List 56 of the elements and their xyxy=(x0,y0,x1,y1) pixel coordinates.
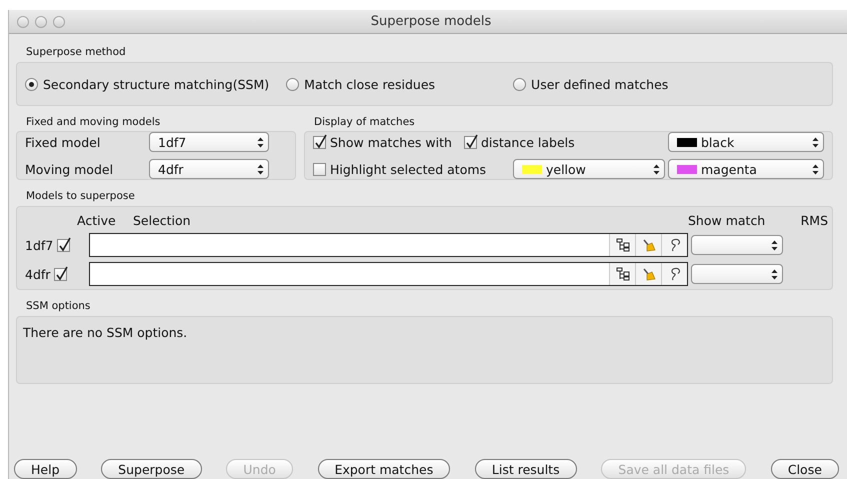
stepper-arrows-icon xyxy=(812,136,819,148)
stepper-arrows-icon xyxy=(771,268,778,280)
group-heading: Models to superpose xyxy=(25,190,136,204)
tree-view-button[interactable] xyxy=(609,234,635,256)
push-button[interactable]: Superpose xyxy=(101,459,202,479)
tree-view-button[interactable] xyxy=(609,263,635,285)
field-label: Fixed model xyxy=(25,134,102,150)
stepper-arrows-icon xyxy=(771,240,778,250)
tree-icon xyxy=(616,238,630,252)
options-message: There are no SSM options. xyxy=(22,324,188,342)
push-button[interactable]: Help xyxy=(14,459,76,479)
column-header: Selection xyxy=(133,213,192,228)
column-header: Active xyxy=(77,213,117,228)
brush-icon xyxy=(642,238,656,252)
checkmark-icon xyxy=(464,134,479,150)
dropdown[interactable]: 4dfr xyxy=(149,159,269,179)
radio-button[interactable]: Match close residues xyxy=(286,76,436,92)
column-header: RMS xyxy=(800,213,828,228)
model-name: 4dfr xyxy=(25,266,50,282)
group-heading: Fixed and moving models xyxy=(25,116,162,130)
selection-field[interactable] xyxy=(89,233,688,257)
stepper-arrows-icon xyxy=(653,164,660,174)
dropdown[interactable]: black xyxy=(668,132,824,152)
brush-button[interactable] xyxy=(635,234,661,256)
column-header: Show match xyxy=(688,213,766,228)
push-button[interactable]: Export matches xyxy=(318,459,450,479)
dropdown[interactable]: yellow xyxy=(513,159,665,179)
checkbox[interactable] xyxy=(54,268,68,280)
selection-field[interactable] xyxy=(89,262,688,286)
checkmark-icon xyxy=(55,266,70,282)
checkbox[interactable] xyxy=(57,238,70,252)
radio-button[interactable]: Secondary structure matching(SSM) xyxy=(25,76,270,92)
model-name: 1df7 xyxy=(25,238,54,252)
checkbox[interactable]: Show matches with xyxy=(313,134,452,150)
stepper-arrows-icon xyxy=(257,136,264,148)
lasso-button[interactable] xyxy=(661,234,687,256)
group-heading: SSM options xyxy=(25,300,92,314)
brush-icon xyxy=(642,267,656,281)
checkbox[interactable]: Highlight selected atoms xyxy=(313,162,486,176)
checkmark-icon xyxy=(58,236,72,252)
push-button[interactable]: Close xyxy=(770,459,839,479)
dropdown[interactable]: magenta xyxy=(668,159,824,179)
stepper-arrows-icon xyxy=(257,164,264,174)
group-heading: Superpose method xyxy=(25,46,127,60)
field-label: Moving model xyxy=(25,162,114,176)
brush-button[interactable] xyxy=(635,263,661,285)
stepper-arrows-icon xyxy=(812,164,819,174)
checkmark-icon xyxy=(314,134,328,150)
tree-icon xyxy=(616,267,630,281)
window-title: Superpose models xyxy=(370,14,492,29)
dropdown[interactable]: 1df7 xyxy=(149,132,269,152)
group-heading: Display of matches xyxy=(313,116,416,130)
lasso-button[interactable] xyxy=(661,263,687,285)
push-button[interactable]: List results xyxy=(474,459,577,479)
checkbox[interactable]: distance labels xyxy=(464,134,575,150)
radio-button[interactable]: User defined matches xyxy=(513,76,668,92)
